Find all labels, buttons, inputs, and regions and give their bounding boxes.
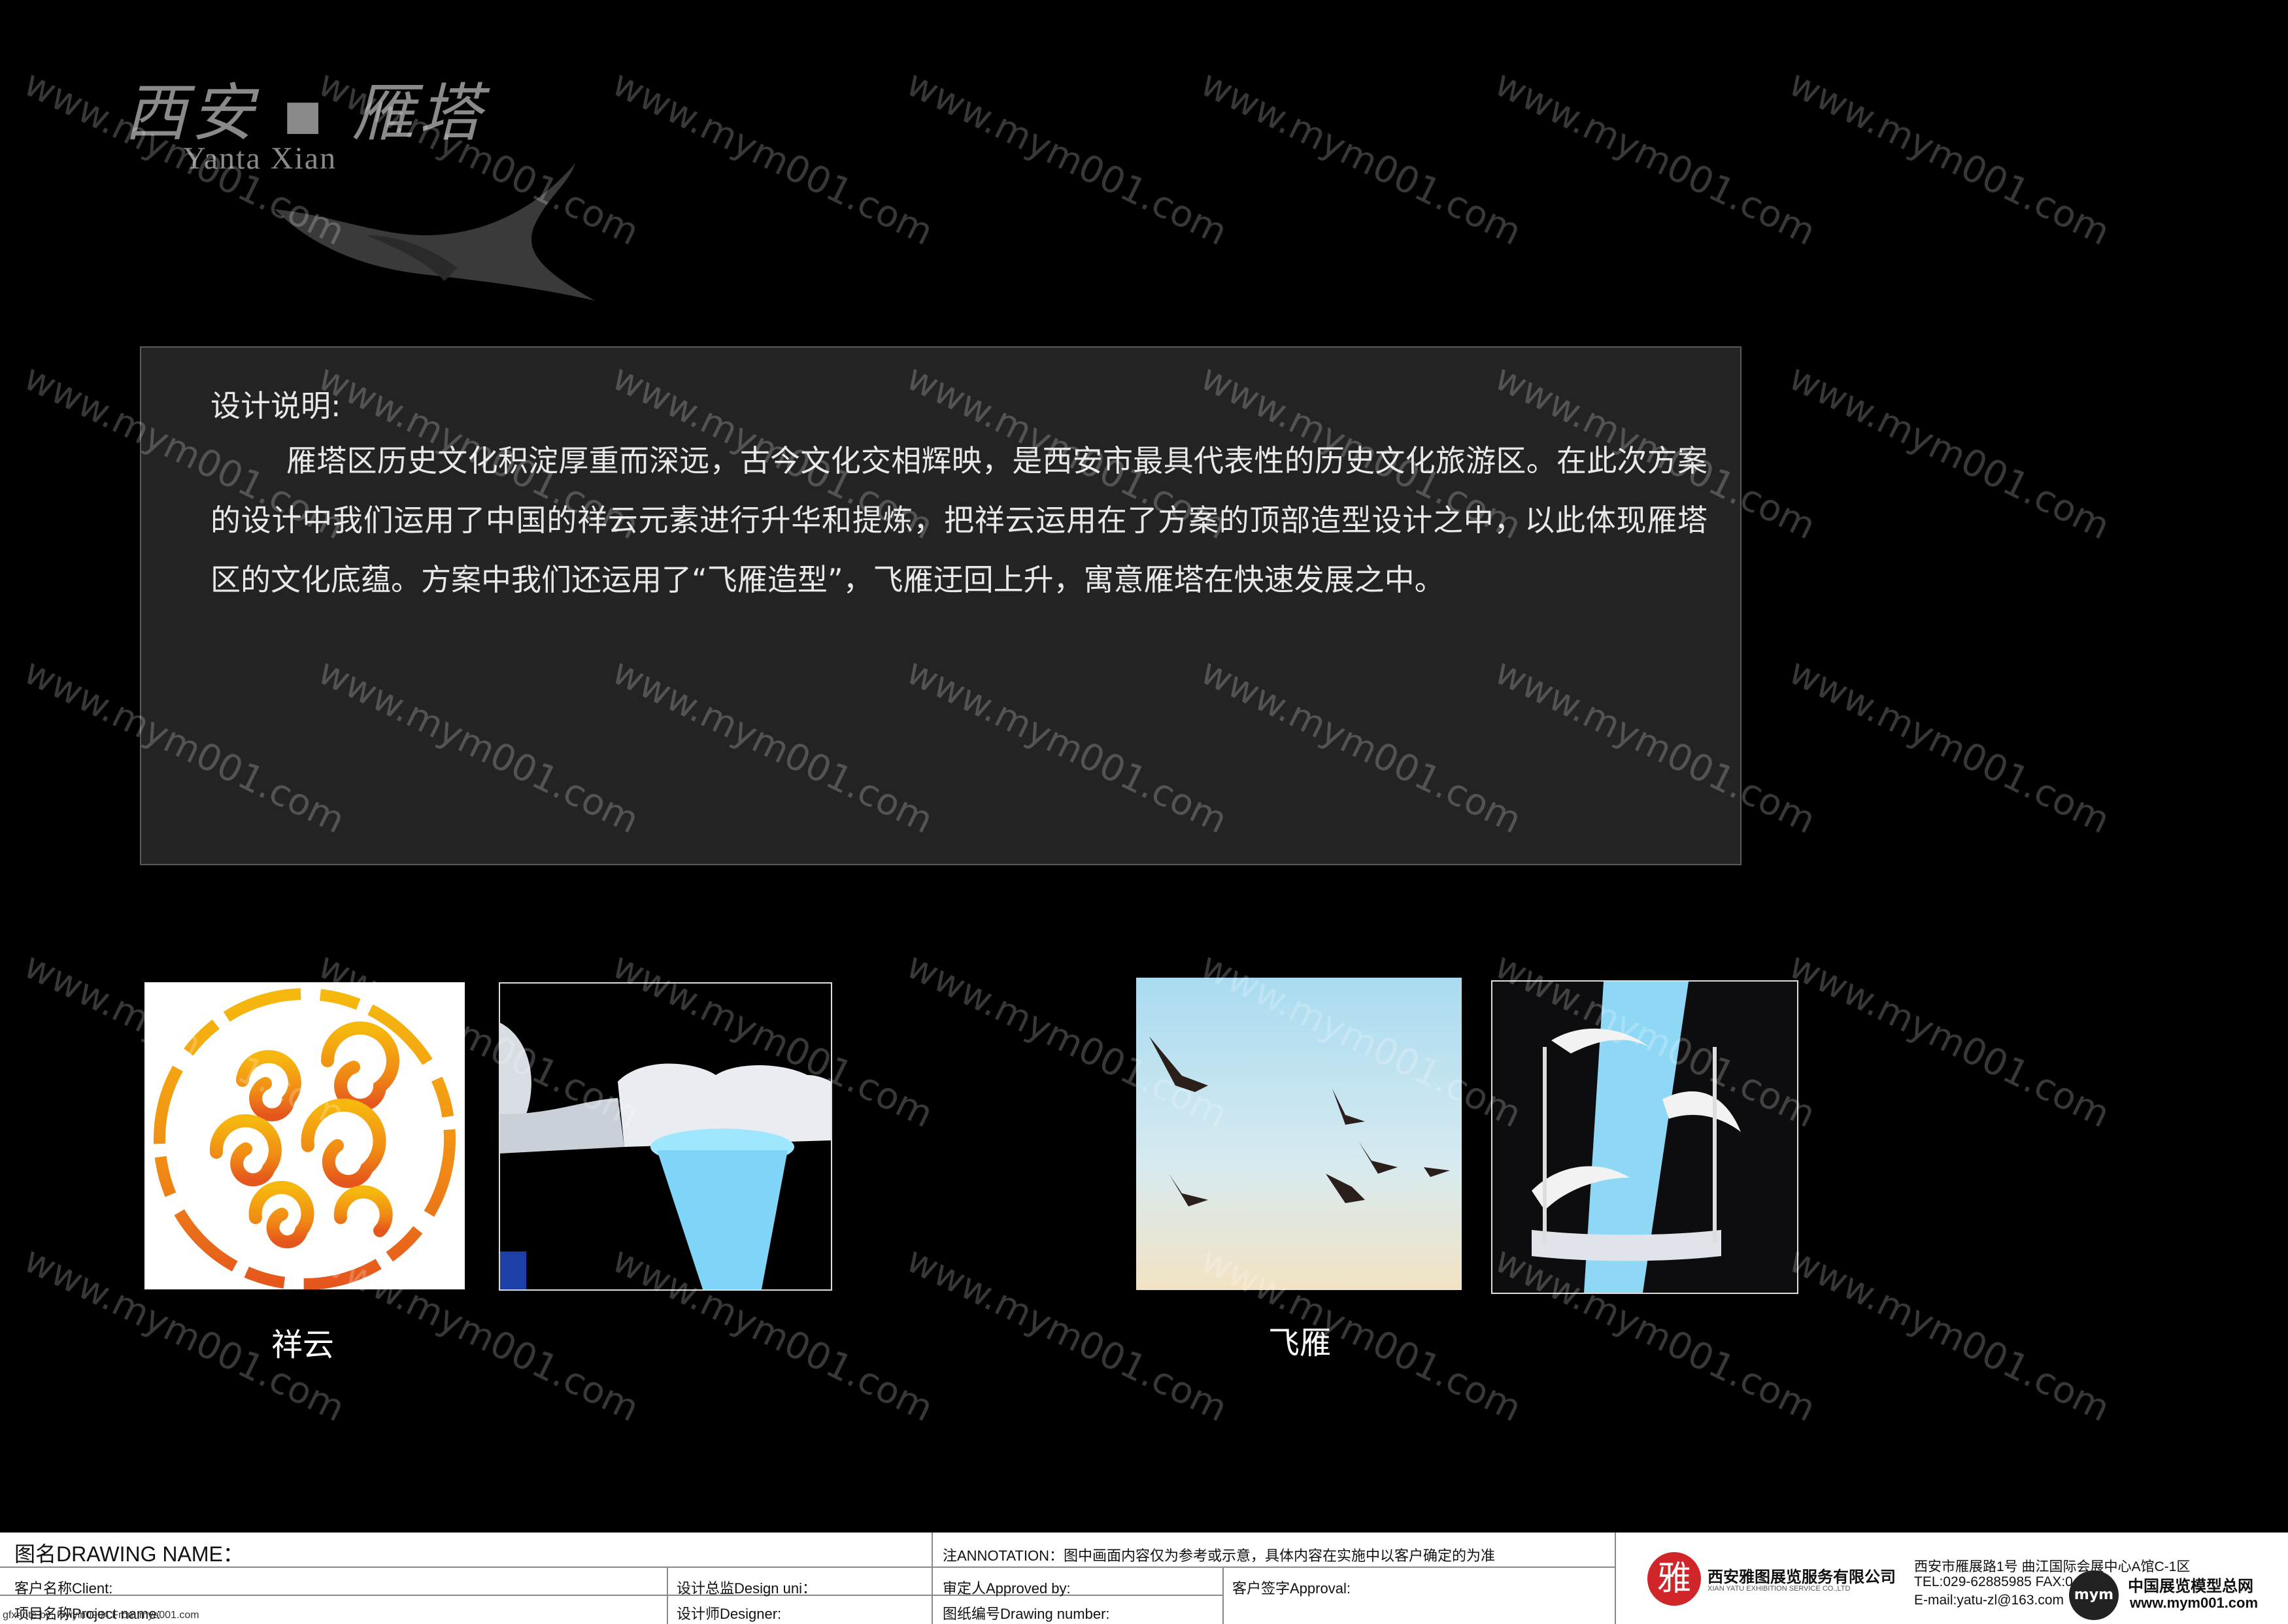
watermark-text: www.mym001.com: [1782, 650, 2117, 842]
watermark-text: www.mym001.com: [605, 62, 940, 254]
footnote-text: gfxnote by: Ivyiyin0904 From:mya001.com: [3, 1610, 199, 1621]
ceiling-render-image: [499, 982, 832, 1291]
drawing-number-label: 图纸编号Drawing number:: [943, 1606, 1110, 1622]
goose-sculpture-render-image: [1491, 980, 1798, 1294]
annotation-text: 注ANNOTATION：图中画面内容仅为参考或示意，具体内容在实施中以客户确定的…: [943, 1548, 1495, 1564]
company-name-en: XIAN YATU EXHIBITION SERVICE CO.,LTD: [1708, 1585, 1851, 1593]
description-body: 雁塔区历史文化积淀厚重而深远，古今文化交相辉映，是西安市最具代表性的历史文化旅游…: [210, 443, 1708, 597]
watermark-text: www.mym001.com: [900, 62, 1234, 254]
watermark-text: www.mym001.com: [1194, 62, 1528, 254]
company-name-cn: 西安雅图展览服务有限公司: [1708, 1568, 1896, 1586]
site-logo-icon: mym: [2069, 1570, 2119, 1620]
watermark-text: www.mym001.com: [1488, 62, 1823, 254]
description-title: 设计说明:: [210, 388, 341, 423]
company-email: E-mail:yatu-zl@163.com: [1914, 1593, 2064, 1608]
cloud-caption: 祥云: [271, 1327, 335, 1363]
approved-by-label: 审定人Approved by:: [943, 1580, 1071, 1597]
watermark-text: www.mym001.com: [1782, 1238, 2117, 1431]
company-tel: TEL:029-62885985 FAX:0: [1914, 1574, 2073, 1589]
flying-geese-image: [1136, 978, 1462, 1290]
geese-caption: 飞雁: [1268, 1325, 1332, 1361]
title-block: 图名DRAWING NAME： 客户名称Client: 项目名称Project …: [0, 1533, 2288, 1624]
site-name: 中国展览模型总网: [2128, 1578, 2253, 1595]
logo-chinese-text: 西安 ▪ 雁塔: [124, 76, 486, 150]
logo-english-text: Yanta Xian: [183, 141, 337, 176]
design-director-label: 设计总监Design uni：: [677, 1580, 816, 1597]
client-label: 客户名称Client:: [14, 1580, 113, 1597]
drawing-name-label: 图名DRAWING NAME：: [14, 1542, 244, 1566]
auspicious-cloud-image: [144, 982, 465, 1289]
designer-label: 设计师Designer:: [677, 1606, 782, 1622]
watermark-text: www.mym001.com: [1782, 944, 2117, 1136]
site-url: www.mym001.com: [2130, 1595, 2259, 1611]
watermark-text: www.mym001.com: [1782, 62, 2117, 254]
watermark-text: www.mym001.com: [1782, 356, 2117, 548]
company-logo-icon: 雅: [1647, 1552, 1701, 1606]
client-signature-label: 客户签字Approval:: [1232, 1580, 1351, 1597]
